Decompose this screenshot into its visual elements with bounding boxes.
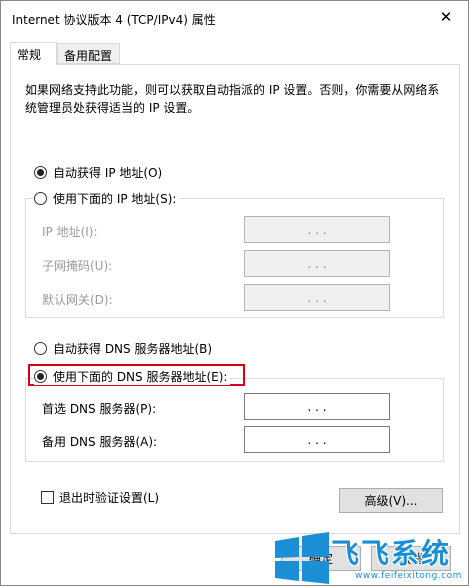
radio-auto-dns-label: 自动获得 DNS 服务器地址(B) xyxy=(53,342,213,356)
radio-auto-ip[interactable]: 自动获得 IP 地址(O) xyxy=(34,164,166,181)
ip-address-label: IP 地址(I): xyxy=(42,225,98,239)
advanced-button[interactable]: 高级(V)... xyxy=(339,488,443,513)
subnet-mask-input[interactable]: . . . xyxy=(244,250,390,277)
radio-indicator xyxy=(34,370,47,383)
alternate-dns-input[interactable]: . . . xyxy=(244,426,390,453)
close-button[interactable]: ✕ xyxy=(424,1,468,33)
alternate-dns-label: 备用 DNS 服务器(A): xyxy=(42,435,158,449)
preferred-dns-label: 首选 DNS 服务器(P): xyxy=(42,402,157,416)
default-gateway-label: 默认网关(D): xyxy=(42,293,113,307)
window-title: Internet 协议版本 4 (TCP/IPv4) 属性 xyxy=(12,13,216,27)
radio-indicator xyxy=(34,342,47,355)
default-gateway-input[interactable]: . . . xyxy=(244,284,390,311)
description-text: 如果网络支持此功能，则可以获取自动指派的 IP 设置。否则，你需要从网络系统管理… xyxy=(25,83,440,115)
dialog-window: Internet 协议版本 4 (TCP/IPv4) 属性 ✕ 常规 备用配置 … xyxy=(0,0,469,586)
radio-indicator xyxy=(34,166,47,179)
tab-general[interactable]: 常规 xyxy=(10,42,57,65)
close-icon: ✕ xyxy=(439,8,453,26)
checkbox-box xyxy=(41,491,54,504)
tab-alternate-configuration[interactable]: 备用配置 xyxy=(57,43,120,64)
validate-settings-checkbox[interactable]: 退出时验证设置(L) xyxy=(41,489,159,506)
radio-manual-dns[interactable]: 使用下面的 DNS 服务器地址(E): xyxy=(34,368,231,385)
watermark-url: www.feifeixitong.com xyxy=(355,571,462,581)
validate-settings-label: 退出时验证设置(L) xyxy=(59,491,160,505)
radio-auto-ip-label: 自动获得 IP 地址(O) xyxy=(53,166,163,180)
title-bar: Internet 协议版本 4 (TCP/IPv4) 属性 ✕ xyxy=(1,1,468,35)
ip-address-input[interactable]: . . . xyxy=(244,216,390,243)
cancel-button[interactable]: 取消 xyxy=(371,546,451,571)
radio-indicator xyxy=(34,192,47,205)
ok-button[interactable]: 确定 xyxy=(281,546,361,571)
subnet-mask-label: 子网掩码(U): xyxy=(42,259,113,273)
preferred-dns-input[interactable]: . . . xyxy=(244,393,390,420)
radio-auto-dns[interactable]: 自动获得 DNS 服务器地址(B) xyxy=(34,340,216,357)
radio-manual-ip-label: 使用下面的 IP 地址(S): xyxy=(53,192,177,206)
radio-manual-ip[interactable]: 使用下面的 IP 地址(S): xyxy=(34,190,180,207)
radio-manual-dns-label: 使用下面的 DNS 服务器地址(E): xyxy=(53,370,228,384)
